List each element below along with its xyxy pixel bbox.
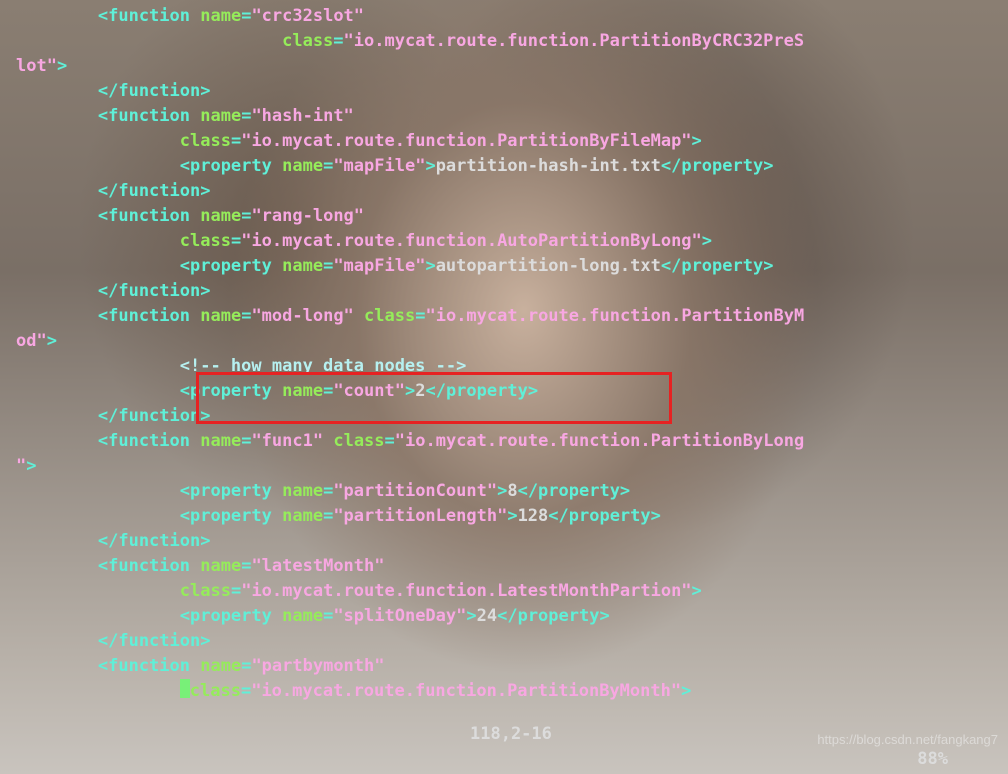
code-line: class="io.mycat.route.function.Partition… [16, 129, 1008, 154]
code-line: <function name="latestMonth" [16, 554, 1008, 579]
code-line: <property name="mapFile">partition-hash-… [16, 154, 1008, 179]
code-line: </function> [16, 629, 1008, 654]
code-line: </function> [16, 404, 1008, 429]
code-line: <property name="partitionCount">8</prope… [16, 479, 1008, 504]
code-line: <!-- how many data nodes --> [16, 354, 1008, 379]
code-line: <property name="count">2</property> [16, 379, 1008, 404]
code-line: <property name="mapFile">autopartition-l… [16, 254, 1008, 279]
code-line: "> [16, 454, 1008, 479]
vim-statusbar: 118,2-16 88% [0, 697, 1008, 772]
vim-cursor [180, 679, 190, 698]
code-line: <function name="crc32slot" [16, 4, 1008, 29]
code-line: od"> [16, 329, 1008, 354]
code-line: <property name="partitionLength">128</pr… [16, 504, 1008, 529]
code-line: </function> [16, 529, 1008, 554]
code-line: <function name="rang-long" [16, 204, 1008, 229]
code-line: <function name="mod-long" class="io.myca… [16, 304, 1008, 329]
code-line: class="io.mycat.route.function.Partition… [16, 29, 1008, 54]
code-line: class="io.mycat.route.function.AutoParti… [16, 229, 1008, 254]
code-line: class="io.mycat.route.function.LatestMon… [16, 579, 1008, 604]
code-area: <function name="crc32slot" class="io.myc… [0, 4, 1008, 704]
code-line: </function> [16, 79, 1008, 104]
code-line: </function> [16, 179, 1008, 204]
status-pct: 88% [917, 747, 948, 772]
code-line: lot"> [16, 54, 1008, 79]
status-pos: 118,2-16 [470, 722, 552, 747]
code-line: <function name="func1" class="io.mycat.r… [16, 429, 1008, 454]
code-line: <property name="splitOneDay">24</propert… [16, 604, 1008, 629]
code-line: <function name="hash-int" [16, 104, 1008, 129]
code-line: </function> [16, 279, 1008, 304]
code-line: <function name="partbymonth" [16, 654, 1008, 679]
